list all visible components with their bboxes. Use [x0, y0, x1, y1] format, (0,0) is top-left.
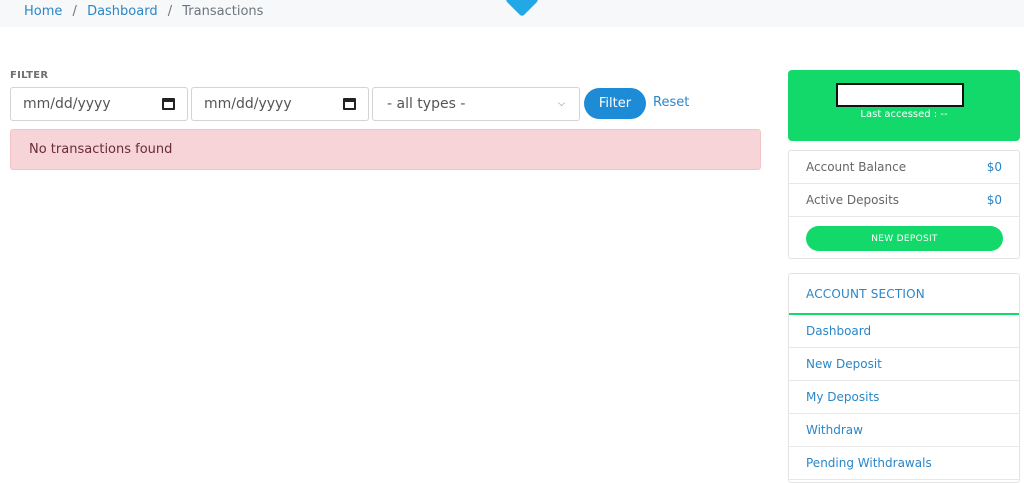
filter-label: FILTER	[10, 70, 49, 81]
new-deposit-button[interactable]: NEW DEPOSIT	[806, 226, 1003, 251]
alert-message: No transactions found	[29, 142, 173, 157]
account-name-box	[836, 83, 964, 107]
breadcrumb-separator: /	[167, 4, 173, 19]
account-balance-label: Account Balance	[806, 160, 907, 174]
menu-item-dashboard[interactable]: Dashboard	[789, 315, 1019, 348]
breadcrumb-current: Transactions	[182, 4, 264, 19]
menu-item-pending-withdrawals[interactable]: Pending Withdrawals	[789, 447, 1019, 480]
date-from-placeholder: mm/dd/yyyy	[23, 96, 111, 112]
active-deposits-value: $0	[986, 193, 1002, 207]
menu-item-new-deposit[interactable]: New Deposit	[789, 348, 1019, 381]
active-deposits-label: Active Deposits	[806, 193, 900, 207]
date-to-placeholder: mm/dd/yyyy	[204, 96, 292, 112]
no-transactions-alert: No transactions found	[10, 129, 761, 170]
reset-link[interactable]: Reset	[653, 95, 689, 110]
account-section-title: ACCOUNT SECTION	[789, 274, 1019, 315]
breadcrumb-separator: /	[72, 4, 77, 19]
breadcrumb-dashboard[interactable]: Dashboard	[87, 4, 158, 19]
chevron-down-icon: ⌵	[558, 99, 565, 109]
active-deposits-row: Active Deposits $0	[789, 184, 1019, 217]
menu-item-withdraw[interactable]: Withdraw	[789, 414, 1019, 447]
breadcrumb-home[interactable]: Home	[24, 4, 62, 19]
last-accessed: Last accessed : --	[860, 109, 948, 120]
account-balance-row: Account Balance $0	[789, 151, 1019, 184]
calendar-icon[interactable]	[162, 98, 175, 110]
breadcrumb: Home / Dashboard / Transactions	[24, 3, 263, 21]
type-select[interactable]: - all types - ⌵	[372, 87, 580, 121]
menu-item-my-deposits[interactable]: My Deposits	[789, 381, 1019, 414]
balance-panel: Account Balance $0 Active Deposits $0 NE…	[788, 150, 1020, 259]
account-section-menu: ACCOUNT SECTION Dashboard New Deposit My…	[788, 273, 1020, 483]
calendar-icon[interactable]	[343, 98, 356, 110]
filter-button[interactable]: Filter	[584, 88, 646, 119]
date-to-input[interactable]: mm/dd/yyyy	[191, 87, 369, 121]
type-select-value: - all types -	[387, 96, 466, 112]
account-card: Last accessed : --	[788, 70, 1020, 141]
date-from-input[interactable]: mm/dd/yyyy	[10, 87, 188, 121]
account-balance-value: $0	[986, 160, 1002, 174]
